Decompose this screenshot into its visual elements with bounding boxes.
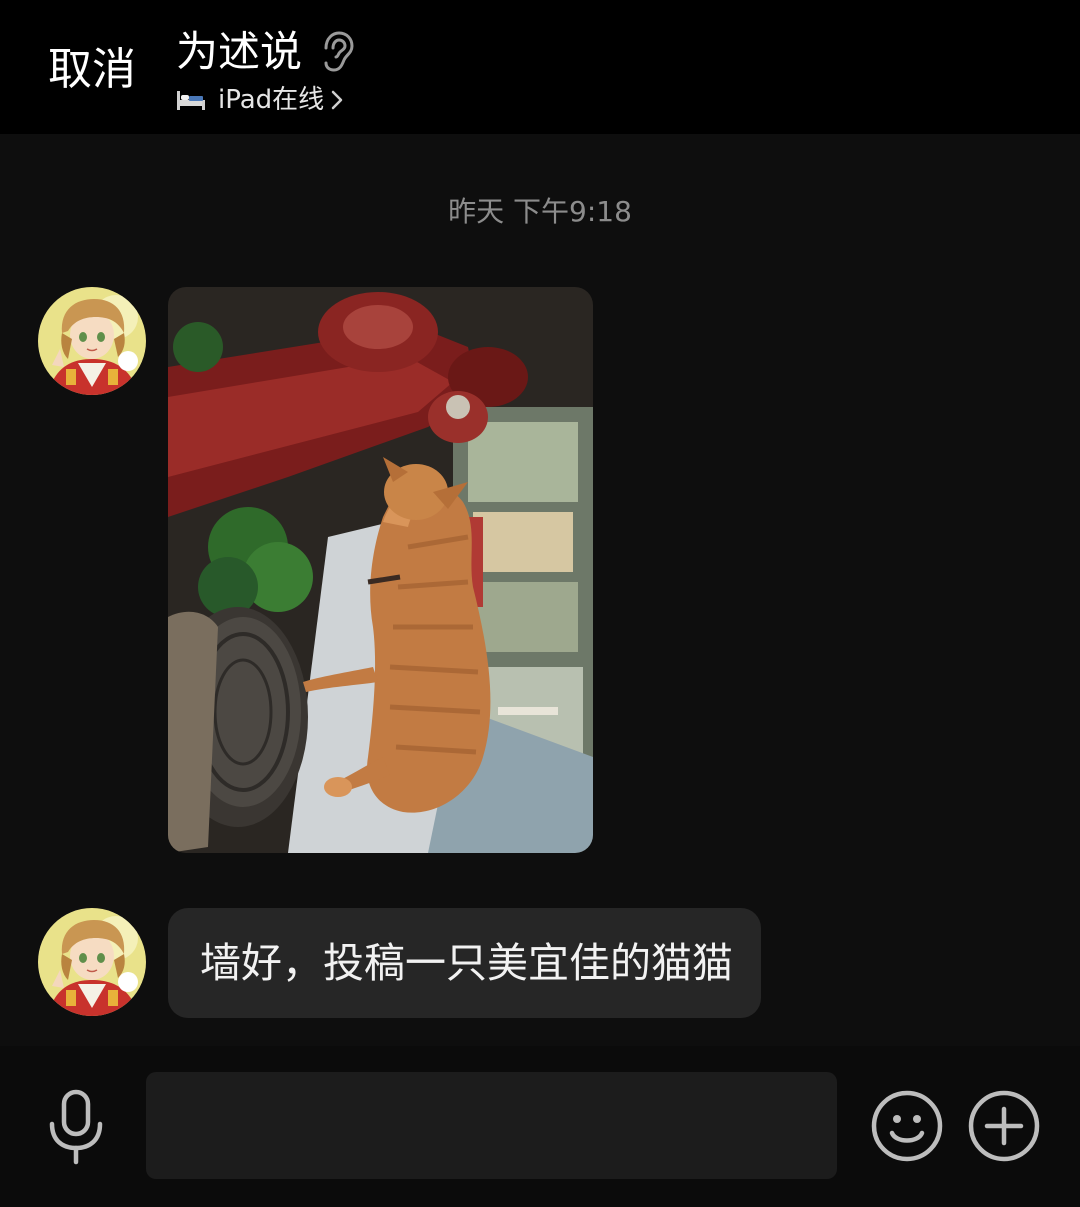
contact-info: 为述说 iPad在线 xyxy=(176,24,356,118)
contact-name: 为述说 xyxy=(176,27,303,76)
cancel-button[interactable]: 取消 xyxy=(48,42,136,98)
chat-header: 取消 为述说 iPad在线 xyxy=(0,0,1080,134)
title-row: 为述说 xyxy=(176,24,356,80)
input-bar xyxy=(0,1046,1080,1207)
smiley-icon[interactable] xyxy=(870,1089,944,1163)
message-timestamp: 昨天 下午9:18 xyxy=(448,195,632,228)
message-input[interactable] xyxy=(146,1072,837,1179)
chevron-right-icon xyxy=(330,89,344,111)
bed-icon xyxy=(176,89,206,111)
plus-icon[interactable] xyxy=(967,1089,1041,1163)
ear-icon[interactable] xyxy=(318,30,356,74)
avatar[interactable] xyxy=(38,908,146,1016)
text-message[interactable]: 墙好，投稿一只美宜佳的猫猫 xyxy=(168,908,761,1018)
chat-area[interactable]: 昨天 下午9:18 墙好，投稿一只美宜佳的猫猫 xyxy=(0,134,1080,1046)
avatar[interactable] xyxy=(38,287,146,395)
status-text: iPad在线 xyxy=(218,85,325,115)
image-message[interactable] xyxy=(168,287,593,853)
microphone-icon[interactable] xyxy=(40,1088,112,1168)
cat-photo xyxy=(168,287,593,853)
online-status[interactable]: iPad在线 xyxy=(176,82,356,118)
